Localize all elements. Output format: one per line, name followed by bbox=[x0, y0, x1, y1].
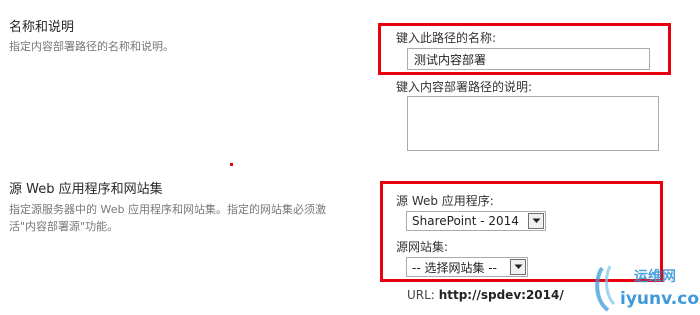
source-section-title: 源 Web 应用程序和网站集 bbox=[9, 182, 163, 197]
watermark-bottom-text: iyunv.com bbox=[620, 289, 700, 309]
chevron-down-icon[interactable] bbox=[510, 259, 526, 275]
name-section-description: 指定内容部署路径的名称和说明。 bbox=[9, 40, 174, 53]
url-value: http://spdev:2014/ bbox=[438, 288, 564, 302]
watermark-logo: 运维网 iyunv.com bbox=[592, 262, 700, 315]
watermark-top-text: 运维网 bbox=[634, 269, 676, 285]
source-section-description-line2: 活"内容部署源"功能。 bbox=[9, 220, 119, 233]
url-line: URL: http://spdev:2014/ bbox=[407, 288, 564, 302]
description-field-label: 键入内容部署路径的说明: bbox=[396, 80, 533, 94]
description-textarea[interactable] bbox=[407, 96, 659, 151]
red-dot-marker bbox=[230, 163, 233, 166]
site-collection-select[interactable]: -- 选择网站集 -- bbox=[406, 257, 528, 277]
web-app-label: 源 Web 应用程序: bbox=[396, 194, 494, 208]
site-collection-select-value: -- 选择网站集 -- bbox=[412, 260, 497, 275]
name-section-title: 名称和说明 bbox=[9, 20, 75, 35]
name-input[interactable] bbox=[407, 48, 650, 70]
web-app-select[interactable]: SharePoint - 2014 bbox=[406, 211, 546, 231]
url-prefix: URL: bbox=[407, 288, 435, 302]
site-collection-label: 源网站集: bbox=[396, 240, 449, 254]
chevron-down-icon[interactable] bbox=[528, 213, 544, 229]
web-app-select-value: SharePoint - 2014 bbox=[412, 214, 519, 228]
source-section-description-line1: 指定源服务器中的 Web 应用程序和网站集。指定的网站集必须激 bbox=[9, 203, 326, 216]
name-field-label: 键入此路径的名称: bbox=[396, 31, 497, 45]
